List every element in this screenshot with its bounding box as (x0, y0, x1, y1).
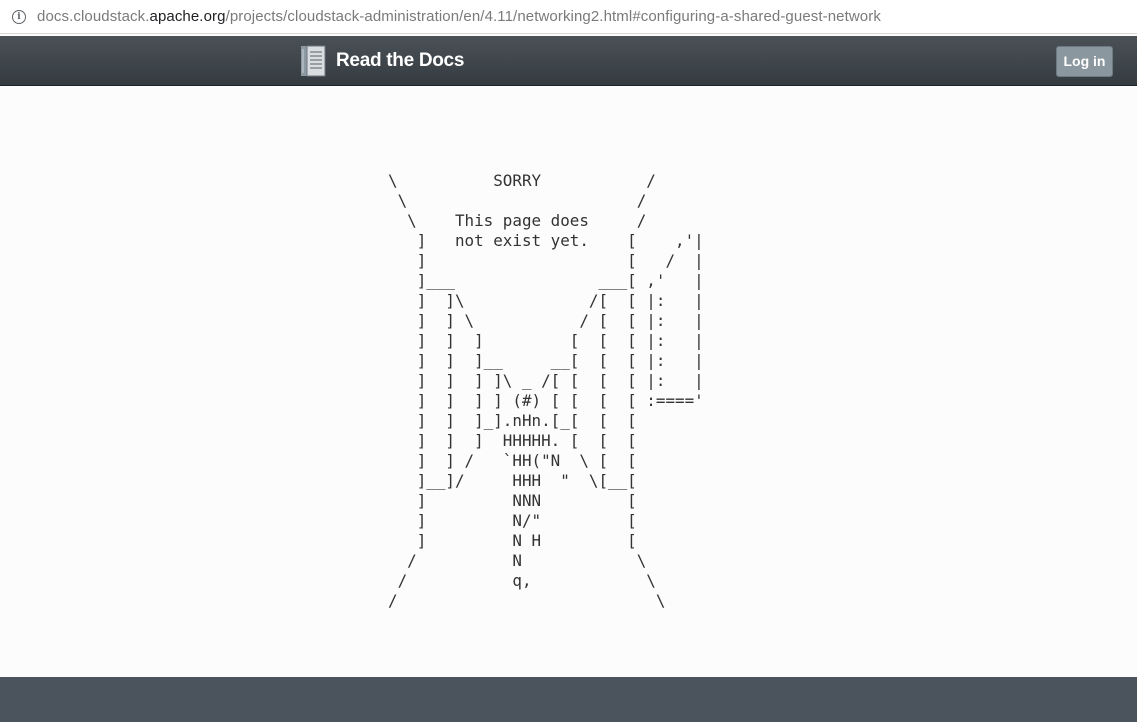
sorry-ascii-art: \ SORRY / \ / \ This page does / ] not e… (388, 171, 704, 611)
art-line: ]__]/ HHH " \[__[ (388, 471, 637, 490)
art-line: / \ (388, 591, 666, 610)
art-line: ] not exist yet. [ ,'| (388, 231, 704, 250)
art-line: ] ] ] ] (#) [ [ [ [ :====' (388, 391, 704, 410)
art-line: ]___ ___[ ,' | (388, 271, 704, 290)
art-line: ] N/" [ (388, 511, 637, 530)
art-line: ] ] \ / [ [ |: | (388, 311, 704, 330)
art-line: ] ]\ /[ [ |: | (388, 291, 704, 310)
top-navbar: Read the Docs Log in (0, 36, 1137, 86)
url-prefix: docs.cloudstack. (37, 8, 150, 25)
art-line: \ / (388, 191, 647, 210)
art-line: / N \ (388, 551, 647, 570)
url-domain: apache.org (149, 8, 226, 25)
art-line: ] NNN [ (388, 491, 637, 510)
art-line: ] ] ]__ __[ [ [ |: | (388, 351, 704, 370)
brand-link[interactable]: Read the Docs (300, 45, 464, 77)
art-line: ] ] / `HH("N \ [ [ (388, 451, 637, 470)
login-button[interactable]: Log in (1056, 46, 1113, 77)
footer (0, 677, 1137, 722)
art-line: / q, \ (388, 571, 656, 590)
art-line: ] ] ] [ [ [ |: | (388, 331, 704, 350)
art-line: ] N H [ (388, 531, 637, 550)
main-content: \ SORRY / \ / \ This page does / ] not e… (0, 87, 1137, 677)
info-icon[interactable]: i (12, 9, 26, 24)
art-line: ] ] ]_].nHn.[_[ [ [ (388, 411, 637, 430)
brand-label: Read the Docs (336, 50, 465, 71)
address-bar[interactable]: i docs.cloudstack.apache.org/projects/cl… (0, 0, 1137, 34)
url-text[interactable]: docs.cloudstack.apache.org/projects/clou… (37, 8, 881, 25)
book-icon (301, 45, 326, 77)
art-line: \ SORRY / (388, 171, 656, 190)
art-line: \ This page does / (388, 211, 647, 230)
art-line: ] [ / | (388, 251, 704, 270)
art-line: ] ] ] HHHHH. [ [ [ (388, 431, 637, 450)
url-path: /projects/cloudstack-administration/en/4… (225, 8, 881, 25)
art-line: ] ] ] ]\ _ /[ [ [ [ |: | (388, 371, 704, 390)
